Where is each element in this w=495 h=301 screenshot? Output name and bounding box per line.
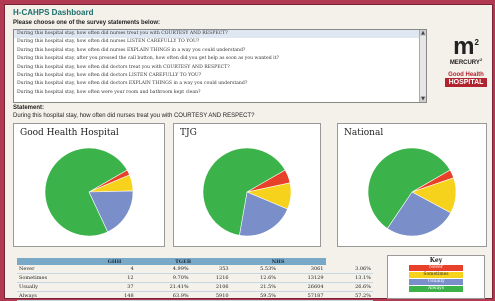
- panel-tjg: TJG: [173, 123, 321, 247]
- hospital-logo-line1: Good Health: [448, 72, 484, 78]
- table-cell: 12: [93, 273, 136, 283]
- survey-prompt: Please choose one of the survey statemen…: [13, 20, 161, 26]
- table-cell: 59.5%: [230, 291, 279, 301]
- table-cell: 2106: [190, 282, 231, 292]
- table-cell: 26604: [278, 282, 326, 292]
- table-cell: 3.06%: [325, 265, 373, 274]
- key-item-usually: Usually: [409, 279, 463, 285]
- table-cell: 37: [93, 282, 136, 292]
- table-cell: 13.1%: [325, 273, 373, 283]
- row-label: Usually: [17, 282, 94, 292]
- table-cell: 4.99%: [135, 265, 191, 274]
- listbox-scrollbar[interactable]: ▲ ▼: [419, 30, 426, 102]
- table-row: Always 148 63.9% 5910 59.5% 57187 57.2%: [17, 291, 373, 301]
- table-header: NHS: [230, 258, 326, 265]
- statement-option[interactable]: During this hospital stay, how often did…: [14, 38, 426, 46]
- table-header: TGEB: [135, 258, 231, 265]
- table-cell: 148: [93, 291, 136, 301]
- statement-text: During this hospital stay, how often did…: [13, 113, 255, 119]
- pie-chart-national: [367, 147, 457, 237]
- logo-block: m2 MERCURY2 Good Health HOSPITAL: [445, 33, 487, 87]
- mercury-logo-text: MERCURY2: [449, 57, 483, 66]
- statement-option[interactable]: During this hospital stay, how often did…: [14, 72, 426, 80]
- table-cell: 63.9%: [135, 291, 191, 301]
- statement-option[interactable]: During this hospital stay, how often did…: [14, 30, 426, 39]
- statement-listbox[interactable]: During this hospital stay, how often did…: [13, 29, 427, 103]
- row-label: Never: [17, 265, 94, 274]
- table-cell: 21.41%: [135, 282, 191, 292]
- table-cell: 26.6%: [325, 282, 373, 292]
- pie-chart-tjg: [202, 147, 292, 237]
- statement-option[interactable]: During this hospital stay, how often did…: [14, 64, 426, 72]
- stats-table: GHH TGEB NHS Never 4 4.99% 353 5.53% 3061 3.06% S…: [17, 258, 373, 301]
- panel-good-health: Good Health Hospital: [13, 123, 165, 247]
- statement-option[interactable]: During this hospital stay, after you pre…: [14, 55, 426, 63]
- table-row: Usually 37 21.41% 2106 21.5% 26604 26.6%: [17, 282, 373, 292]
- key-item-always: Always: [409, 286, 463, 292]
- scroll-down-icon[interactable]: ▼: [420, 96, 426, 102]
- statement-option[interactable]: During this hospital stay, how often did…: [14, 47, 426, 55]
- pie-chart-good-health: [44, 147, 134, 237]
- dashboard-window: H-CAHPS Dashboard Please choose one of t…: [4, 4, 493, 301]
- table-cell: 5910: [190, 291, 231, 301]
- table-cell: 21.5%: [230, 282, 279, 292]
- row-label: Always: [17, 291, 94, 301]
- page-title: H-CAHPS Dashboard: [13, 8, 94, 17]
- mercury-logo-mark: m2: [453, 33, 479, 60]
- table-cell: 3061: [278, 265, 326, 274]
- table-header: [17, 258, 94, 265]
- statement-label: Statement:: [13, 105, 45, 111]
- table-row: Sometimes 12 9.70% 1216 12.6% 13129 13.1%: [17, 273, 373, 283]
- table-cell: 1216: [190, 273, 231, 283]
- statement-option[interactable]: During this hospital stay, how often did…: [14, 80, 426, 88]
- key-item-sometimes: Sometimes: [409, 272, 463, 278]
- key-title: Key: [429, 257, 443, 264]
- table-cell: 5.53%: [230, 265, 279, 274]
- table-cell: 57187: [278, 291, 326, 301]
- key-item-never: Never: [409, 265, 463, 271]
- table-cell: 353: [190, 265, 231, 274]
- table-cell: 57.2%: [325, 291, 373, 301]
- panel-national: National: [337, 123, 487, 247]
- table-header: GHH: [93, 258, 136, 265]
- table-cell: 13129: [278, 273, 326, 283]
- table-cell: 4: [93, 265, 136, 274]
- scroll-up-icon[interactable]: ▲: [420, 30, 426, 36]
- table-row: Never 4 4.99% 353 5.53% 3061 3.06%: [17, 265, 373, 274]
- table-cell: 9.70%: [135, 273, 191, 283]
- table-cell: 12.6%: [230, 273, 279, 283]
- row-label: Sometimes: [17, 273, 94, 283]
- statement-option[interactable]: During this hospital stay, how often wer…: [14, 89, 426, 97]
- legend-key: Key Never Sometimes Usually Always: [387, 255, 485, 299]
- hospital-logo-line2: HOSPITAL: [445, 78, 487, 87]
